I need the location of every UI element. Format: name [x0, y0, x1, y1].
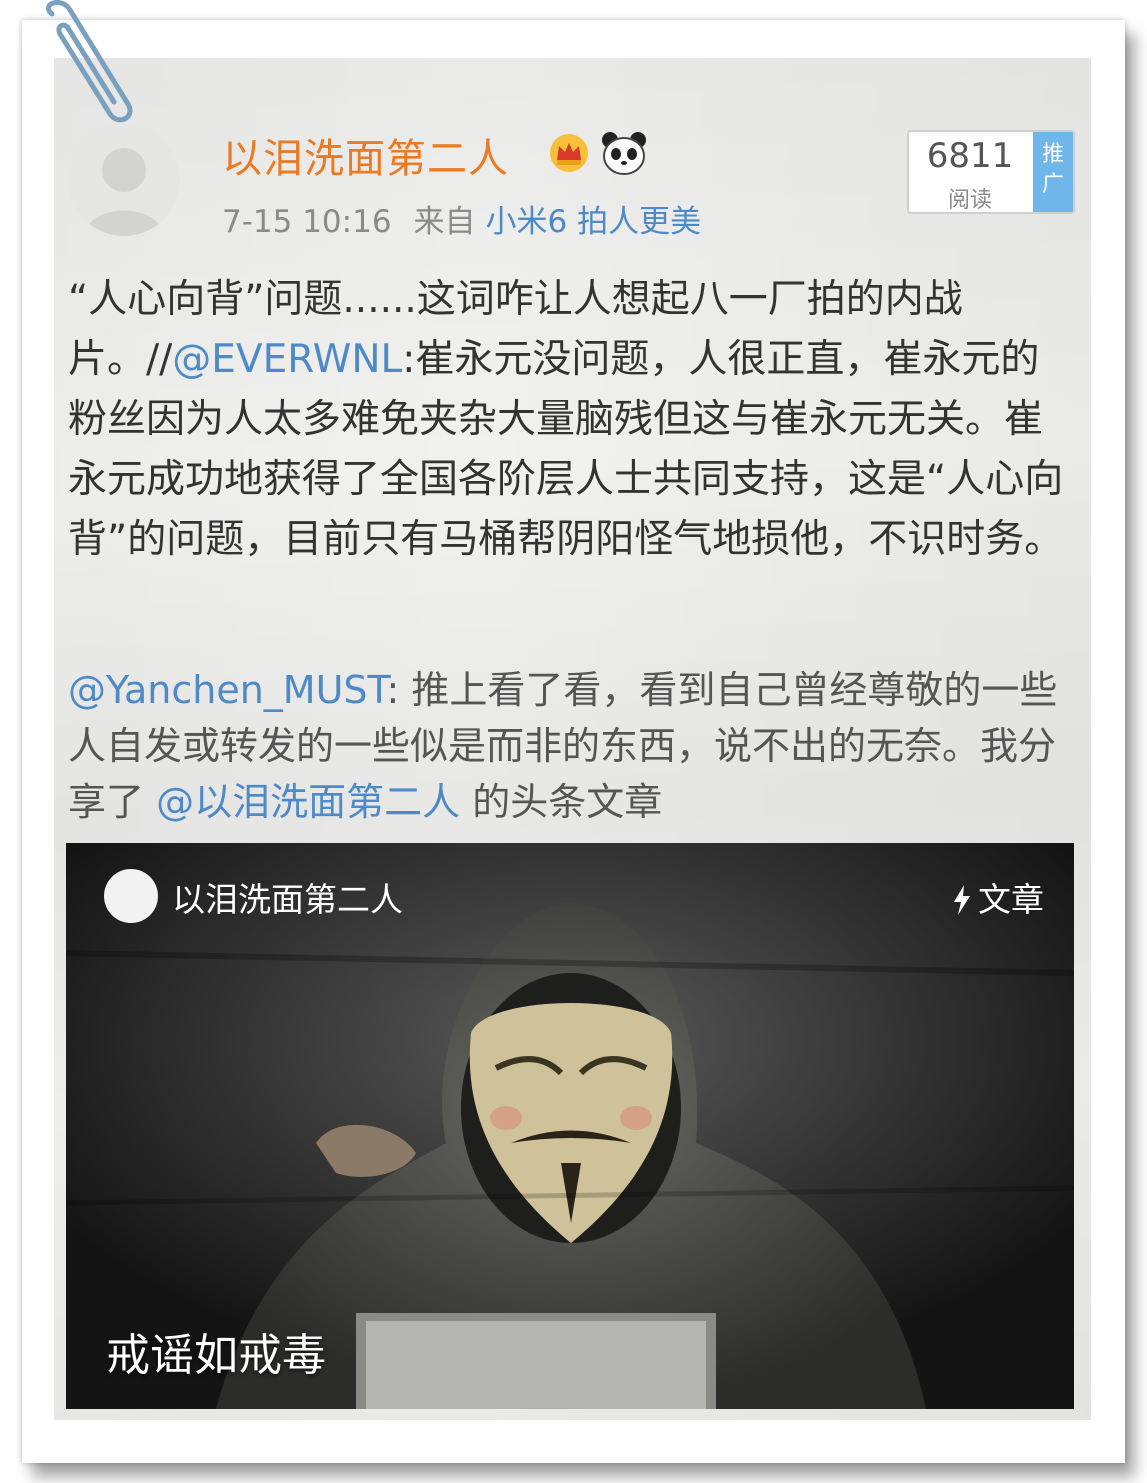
article-card[interactable]: 以泪洗面第二人 文章 戒谣如戒毒: [66, 843, 1074, 1409]
promote-button[interactable]: 推广: [1033, 132, 1073, 212]
mention-link[interactable]: @EVERWNL: [172, 337, 402, 382]
lightning-icon: [954, 885, 970, 915]
card-author-avatar[interactable]: [104, 869, 158, 923]
repost-text: @Yanchen_MUST: 推上看了看，看到自己曾经尊敬的一些人自发或转发的一…: [68, 662, 1078, 830]
from-label: 来自: [413, 204, 476, 240]
repost-text-part2: 的头条文章: [460, 780, 663, 824]
read-count: 6811: [926, 136, 1014, 176]
article-type-label: 文章: [952, 873, 1044, 921]
post-meta: 7-15 10:16 来自 小米6 拍人更美: [222, 196, 701, 241]
repost-author-link[interactable]: @Yanchen_MUST: [68, 668, 387, 712]
post-time: 7-15 10:16: [222, 204, 392, 240]
article-title[interactable]: 戒谣如戒毒: [106, 1319, 326, 1383]
read-count-box[interactable]: 6811 阅读 推广: [907, 130, 1075, 214]
default-avatar-icon: [84, 148, 164, 236]
panda-badge-icon[interactable]: [600, 130, 648, 176]
mention-link[interactable]: @以泪洗面第二人: [156, 780, 460, 824]
read-label: 阅读: [947, 188, 992, 213]
article-type-text: 文章: [978, 880, 1044, 919]
post-text: “人心向背”问题......这词咋让人想起八一厂拍的内战片。//@EVERWNL…: [68, 270, 1078, 570]
card-author[interactable]: 以泪洗面第二人: [172, 873, 403, 921]
crown-badge-icon[interactable]: [548, 132, 590, 174]
paperclip-icon: [46, 0, 133, 123]
source-link[interactable]: 小米6 拍人更美: [486, 204, 702, 240]
username[interactable]: 以泪洗面第二人: [222, 126, 509, 184]
avatar[interactable]: [68, 124, 180, 236]
